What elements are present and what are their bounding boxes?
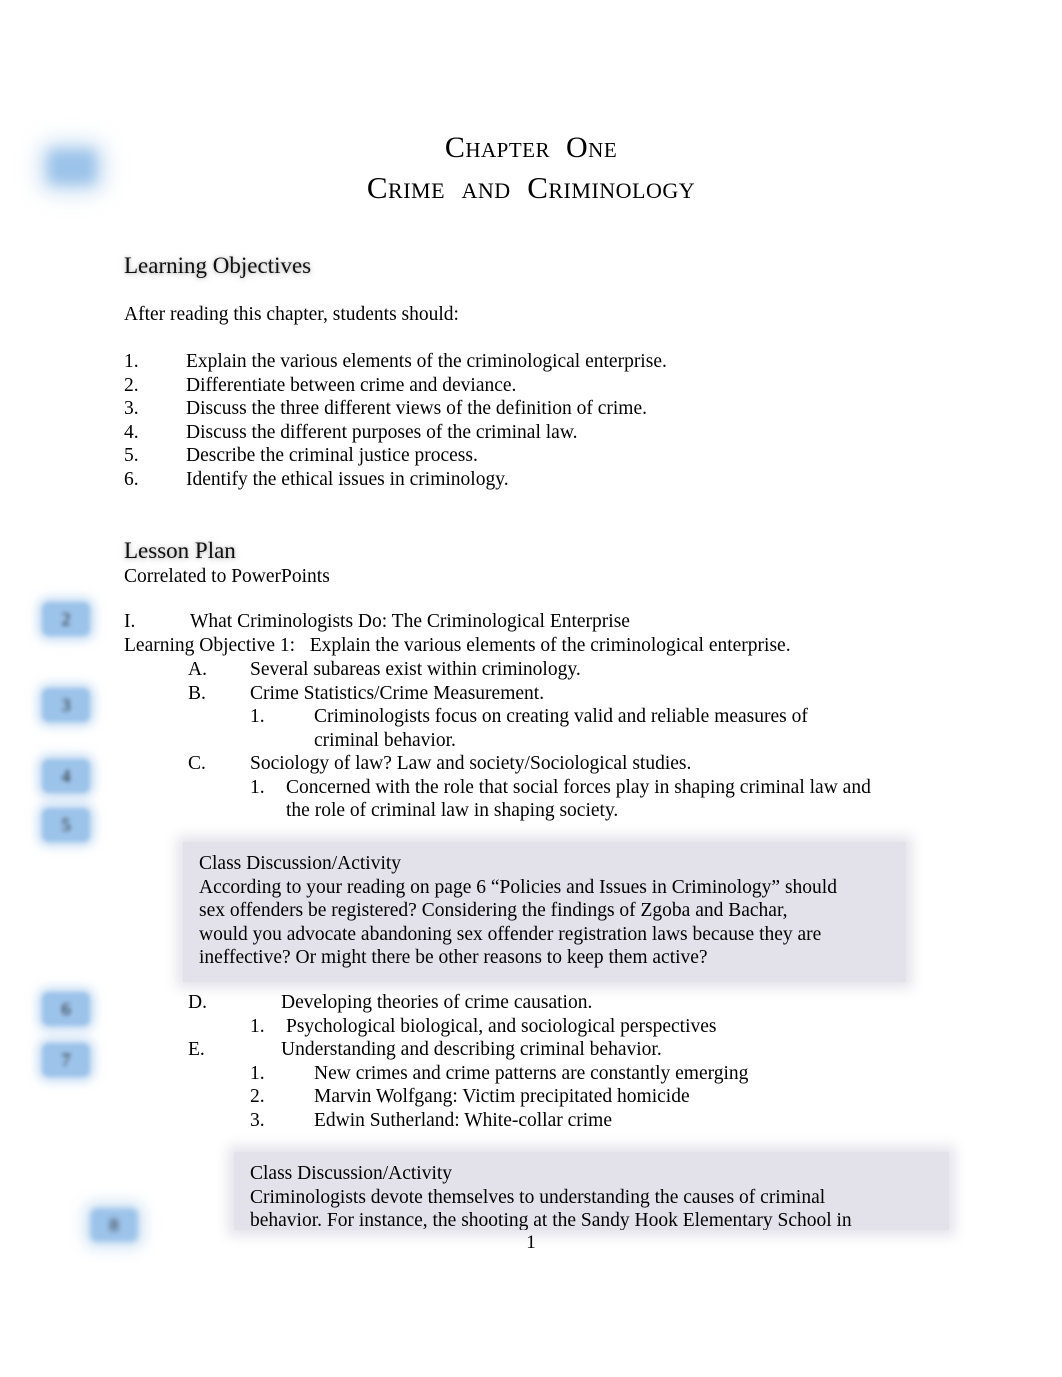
class-discussion-line: behavior. For instance, the shooting at …: [250, 1210, 852, 1230]
outline-item-c-1-continued: the role of criminal law in shaping soci…: [286, 800, 619, 821]
outline-marker: 2.: [250, 1086, 265, 1107]
list-text: Explain the various elements of the crim…: [186, 351, 667, 372]
outline-item-b-1: 1. Criminologists focus on creating vali…: [250, 705, 808, 729]
outline-marker: I.: [124, 611, 136, 632]
outline-marker: D.: [188, 992, 207, 1013]
outline-item-e-2: 2. Marvin Wolfgang: Victim precipitated …: [250, 1085, 690, 1109]
list-marker: 2.: [124, 374, 139, 396]
outline-text: Psychological biological, and sociologic…: [286, 1015, 717, 1037]
outline-text: Sociology of law? Law and society/Sociol…: [250, 753, 692, 774]
learning-objectives-intro: After reading this chapter, students sho…: [124, 304, 459, 325]
class-discussion-line: According to your reading on page 6 “Pol…: [199, 876, 837, 898]
class-discussion-line: ineffective? Or might there be other rea…: [199, 947, 708, 969]
outline-text: Several subareas exist within criminolog…: [250, 659, 581, 680]
page-number: 1: [526, 1232, 536, 1253]
list-text: Discuss the different purposes of the cr…: [186, 421, 578, 443]
outline-text: Understanding and describing criminal be…: [281, 1039, 662, 1060]
class-discussion-line: sex offenders be registered? Considering…: [199, 900, 788, 922]
class-discussion-box-2: Class Discussion/Activity Criminologists…: [234, 1152, 949, 1230]
learning-objective-item: 6. Identify the ethical issues in crimin…: [124, 468, 509, 492]
list-text: Differentiate between crime and deviance…: [186, 374, 517, 396]
class-discussion-title: Class Discussion/Activity: [250, 1163, 453, 1184]
outline-marker: C.: [188, 753, 206, 774]
slide-badge-7: 7: [42, 1043, 90, 1077]
outline-text: Marvin Wolfgang: Victim precipitated hom…: [314, 1086, 690, 1107]
outline-item-d: D. Developing theories of crime causatio…: [188, 991, 592, 1015]
learning-objective-item: 5. Describe the criminal justice process…: [124, 444, 478, 468]
outline-text: New crimes and crime patterns are consta…: [314, 1062, 749, 1084]
outline-text: Concerned with the role that social forc…: [286, 776, 871, 798]
learning-objectives-heading: Learning Objectives: [124, 253, 312, 278]
slide-badge-6: 6: [42, 992, 90, 1026]
slide-badge-3: 3: [42, 688, 90, 722]
learning-objective-item: 4. Discuss the different purposes of the…: [124, 421, 578, 445]
list-marker: 1.: [124, 351, 139, 372]
outline-marker: B.: [188, 682, 206, 704]
outline-text: What Criminologists Do: The Criminologic…: [190, 611, 630, 632]
slide-badge-2: 2: [42, 602, 90, 636]
outline-marker: 1.: [250, 1015, 265, 1037]
slide-badge-5: 5: [42, 808, 90, 842]
outline-item-e-1: 1. New crimes and crime patterns are con…: [250, 1062, 748, 1086]
list-marker: 6.: [124, 468, 139, 490]
chapter-title: Chapter One Crime and Criminology: [0, 128, 1062, 208]
outline-item-e: E. Understanding and describing criminal…: [188, 1038, 662, 1062]
outline-text: Developing theories of crime causation.: [281, 992, 593, 1013]
class-discussion-title: Class Discussion/Activity: [199, 853, 402, 874]
outline-item-b: B. Crime Statistics/Crime Measurement.: [188, 682, 544, 706]
list-marker: 4.: [124, 421, 139, 443]
learning-objective-item: 2. Differentiate between crime and devia…: [124, 374, 516, 398]
outline-marker: 1.: [250, 706, 265, 727]
outline-item-c: C. Sociology of law? Law and society/Soc…: [188, 752, 691, 776]
outline-text: Edwin Sutherland: White-collar crime: [314, 1109, 613, 1131]
class-discussion-line: would you advocate abandoning sex offend…: [199, 923, 822, 945]
lesson-plan-subheading: Correlated to PowerPoints: [124, 566, 330, 587]
list-text: Identify the ethical issues in criminolo…: [186, 468, 509, 490]
slide-badge-4: 4: [42, 759, 90, 793]
outline-section-i: I. What Criminologists Do: The Criminolo…: [124, 610, 630, 634]
list-text: Describe the criminal justice process.: [186, 445, 478, 466]
outline-item-d-1: 1. Psychological biological, and sociolo…: [250, 1015, 717, 1039]
outline-marker: 1.: [250, 776, 265, 798]
outline-marker: E.: [188, 1039, 205, 1060]
learning-objective-item: 3. Discuss the three different views of …: [124, 397, 647, 421]
document-page: 2 3 4 5 6 7 8 Chapter One Crime and Crim…: [0, 0, 1062, 1377]
learning-objective-reference: Learning Objective 1: Explain the variou…: [124, 635, 791, 656]
chapter-title-line-2: Crime and Criminology: [366, 170, 696, 205]
class-discussion-line: Criminologists devote themselves to unde…: [250, 1186, 826, 1208]
learning-objective-item: 1. Explain the various elements of the c…: [124, 350, 667, 374]
outline-item-c-1: 1. Concerned with the role that social f…: [250, 776, 871, 800]
outline-text: Crime Statistics/Crime Measurement.: [250, 682, 545, 704]
chapter-title-line-1: Chapter One: [444, 131, 618, 164]
class-discussion-box-1: Class Discussion/Activity According to y…: [183, 842, 906, 982]
outline-marker: A.: [188, 659, 207, 680]
outline-marker: 1.: [250, 1062, 265, 1084]
outline-text: Criminologists focus on creating valid a…: [314, 706, 808, 727]
outline-item-a: A. Several subareas exist within crimino…: [188, 658, 581, 682]
list-text: Discuss the three different views of the…: [186, 398, 648, 419]
list-marker: 5.: [124, 445, 139, 466]
outline-marker: 3.: [250, 1109, 265, 1131]
lesson-plan-heading: Lesson Plan: [124, 538, 236, 563]
list-marker: 3.: [124, 398, 139, 419]
outline-item-b-1-continued: criminal behavior.: [314, 729, 456, 751]
outline-item-e-3: 3. Edwin Sutherland: White-collar crime: [250, 1109, 612, 1133]
